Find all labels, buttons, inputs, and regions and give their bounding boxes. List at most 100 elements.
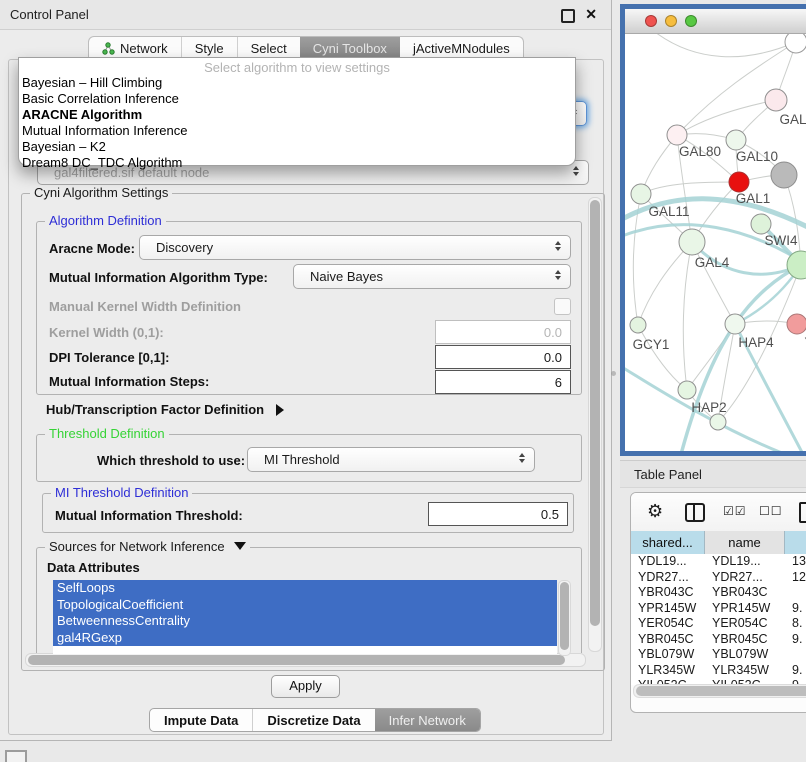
- dpi-tolerance-label: DPI Tolerance [0,1]:: [49, 350, 169, 365]
- control-panel-titlebar: Control Panel ✕: [0, 0, 611, 30]
- gear-icon[interactable]: ⚙: [647, 501, 663, 522]
- network-edge[interactable]: [677, 42, 796, 135]
- network-node-gal80[interactable]: [667, 125, 687, 145]
- combo-arrows-icon: [519, 453, 525, 463]
- network-edge[interactable]: [641, 182, 739, 194]
- network-edge[interactable]: [677, 100, 776, 135]
- sources-toggle[interactable]: Sources for Network Inference: [45, 539, 250, 554]
- panel-divider-handle[interactable]: [611, 371, 616, 376]
- bottom-tab-infer-network[interactable]: Infer Network: [375, 709, 480, 731]
- manual-kernel-checkbox[interactable]: [554, 298, 571, 315]
- dropdown-item[interactable]: Bayesian – K2: [19, 139, 575, 155]
- float-window-icon[interactable]: [561, 9, 575, 23]
- network-edge[interactable]: [655, 34, 796, 57]
- network-node[interactable]: [771, 162, 797, 188]
- network-canvas[interactable]: GALGAL80GAL10GAL1GAL11SWI4GAL4GCY1HAP4YH…: [625, 34, 806, 451]
- hub-definition-toggle[interactable]: Hub/Transcription Factor Definition: [46, 402, 284, 417]
- table-cell: YER054C: [631, 616, 705, 632]
- network-node[interactable]: [785, 34, 806, 53]
- expand-right-icon: [276, 404, 284, 416]
- network-node-hap2[interactable]: [678, 381, 696, 399]
- screen: Control Panel ✕ NetworkStyleSelectCyni T…: [0, 0, 806, 762]
- column-split-icon[interactable]: [685, 503, 705, 522]
- dropdown-item[interactable]: Bayesian – Hill Climbing: [19, 75, 575, 91]
- cyni-algorithm-settings-group: Cyni Algorithm Settings Algorithm Defini…: [21, 193, 605, 671]
- bottom-tab-discretize-data[interactable]: Discretize Data: [252, 709, 374, 731]
- dropdown-item[interactable]: Mutual Information Inference: [19, 123, 575, 139]
- bottom-tab-bar: Impute DataDiscretize DataInfer Network: [149, 708, 481, 732]
- settings-horizontal-scrollbar[interactable]: [25, 653, 586, 667]
- attribute-item[interactable]: TopologicalCoefficient: [53, 597, 557, 614]
- mi-threshold-field[interactable]: 0.5: [428, 502, 568, 526]
- table-cell: YDL19...: [631, 554, 705, 570]
- select-all-icon[interactable]: ☑☑: [723, 504, 747, 518]
- data-attributes-list: SelfLoopsTopologicalCoefficientBetweenne…: [53, 580, 557, 654]
- table-row[interactable]: YBR043CYBR043C: [631, 585, 806, 601]
- table-cell: 8.: [785, 616, 806, 632]
- dropdown-item[interactable]: Dream8 DC_TDC Algorithm: [19, 155, 575, 171]
- attribute-item[interactable]: BetweennessCentrality: [53, 613, 557, 630]
- attributes-scrollbar[interactable]: [558, 580, 571, 656]
- network-node-gal4[interactable]: [679, 229, 705, 255]
- column-header[interactable]: [785, 531, 806, 554]
- aracne-mode-value: Discovery: [140, 240, 213, 255]
- node-label: GAL4: [695, 255, 730, 270]
- table-cell: [785, 647, 806, 663]
- table-cell: YPR145W: [705, 601, 785, 617]
- table-row[interactable]: YPR145WYPR145W9.: [631, 601, 806, 617]
- apply-button[interactable]: Apply: [271, 675, 340, 698]
- table-cell: YDL19...: [705, 554, 785, 570]
- network-node-gal1[interactable]: [729, 172, 749, 192]
- table-cell: YBL079W: [631, 647, 705, 663]
- file-icon[interactable]: [799, 502, 806, 523]
- table-row[interactable]: YBL079WYBL079W: [631, 647, 806, 663]
- network-node[interactable]: [710, 414, 726, 430]
- network-node-hap4[interactable]: [725, 314, 745, 334]
- table-cell: YDR27...: [705, 570, 785, 586]
- table-row[interactable]: YER054CYER054C8.: [631, 616, 806, 632]
- table-horizontal-scrollbar[interactable]: [633, 684, 806, 698]
- mi-type-label: Mutual Information Algorithm Type:: [49, 270, 268, 285]
- network-node-swi4[interactable]: [751, 214, 771, 234]
- table-row[interactable]: YLR345WYLR345W9.: [631, 663, 806, 679]
- zoom-traffic-light[interactable]: [685, 15, 697, 27]
- combo-arrows-icon: [555, 270, 561, 280]
- network-tab-icon: [102, 42, 115, 55]
- deselect-all-icon[interactable]: ☐☐: [759, 504, 783, 518]
- settings-vertical-scrollbar[interactable]: [588, 197, 602, 652]
- minimize-traffic-light[interactable]: [665, 15, 677, 27]
- which-threshold-combobox[interactable]: MI Threshold: [247, 447, 535, 472]
- network-edge-thick[interactable]: [680, 265, 801, 451]
- kernel-width-field[interactable]: 0.0: [435, 320, 571, 344]
- column-header[interactable]: name: [705, 531, 785, 554]
- mi-steps-field[interactable]: 6: [435, 370, 571, 394]
- dpi-tolerance-field[interactable]: 0.0: [435, 345, 571, 369]
- table-row[interactable]: YDL19...YDL19...13: [631, 554, 806, 570]
- dropdown-item[interactable]: Basic Correlation Inference: [19, 91, 575, 107]
- table-cell: YBR045C: [631, 632, 705, 648]
- network-node-gcy1[interactable]: [630, 317, 646, 333]
- table-toolbar: ⚙ ☑☑ ☐☐: [631, 493, 806, 532]
- network-node-y[interactable]: [787, 314, 806, 334]
- network-edge[interactable]: [683, 242, 692, 390]
- column-header[interactable]: shared...: [631, 531, 705, 554]
- table-cell: YBR045C: [705, 632, 785, 648]
- network-node-gal11[interactable]: [631, 184, 651, 204]
- network-node-gal10[interactable]: [726, 130, 746, 150]
- aracne-mode-combobox[interactable]: Discovery: [139, 235, 571, 260]
- network-view-window[interactable]: GALGAL80GAL10GAL1GAL11SWI4GAL4GCY1HAP4YH…: [620, 4, 806, 456]
- mi-threshold-label: Mutual Information Threshold:: [55, 508, 243, 523]
- close-traffic-light[interactable]: [645, 15, 657, 27]
- mi-type-combobox[interactable]: Naive Bayes: [293, 264, 571, 289]
- network-node-gal[interactable]: [765, 89, 787, 111]
- attribute-item[interactable]: SelfLoops: [53, 580, 557, 597]
- node-label: GAL: [779, 112, 806, 127]
- bottom-tab-impute-data[interactable]: Impute Data: [150, 709, 252, 731]
- table-row[interactable]: YBR045CYBR045C9.: [631, 632, 806, 648]
- attribute-item[interactable]: gal4RGexp: [53, 630, 557, 647]
- minimized-panel-icon[interactable]: [5, 750, 27, 762]
- close-icon[interactable]: ✕: [585, 6, 597, 23]
- network-window-titlebar: [625, 9, 806, 34]
- table-row[interactable]: YDR27...YDR27...12: [631, 570, 806, 586]
- dropdown-item[interactable]: ARACNE Algorithm: [19, 107, 575, 123]
